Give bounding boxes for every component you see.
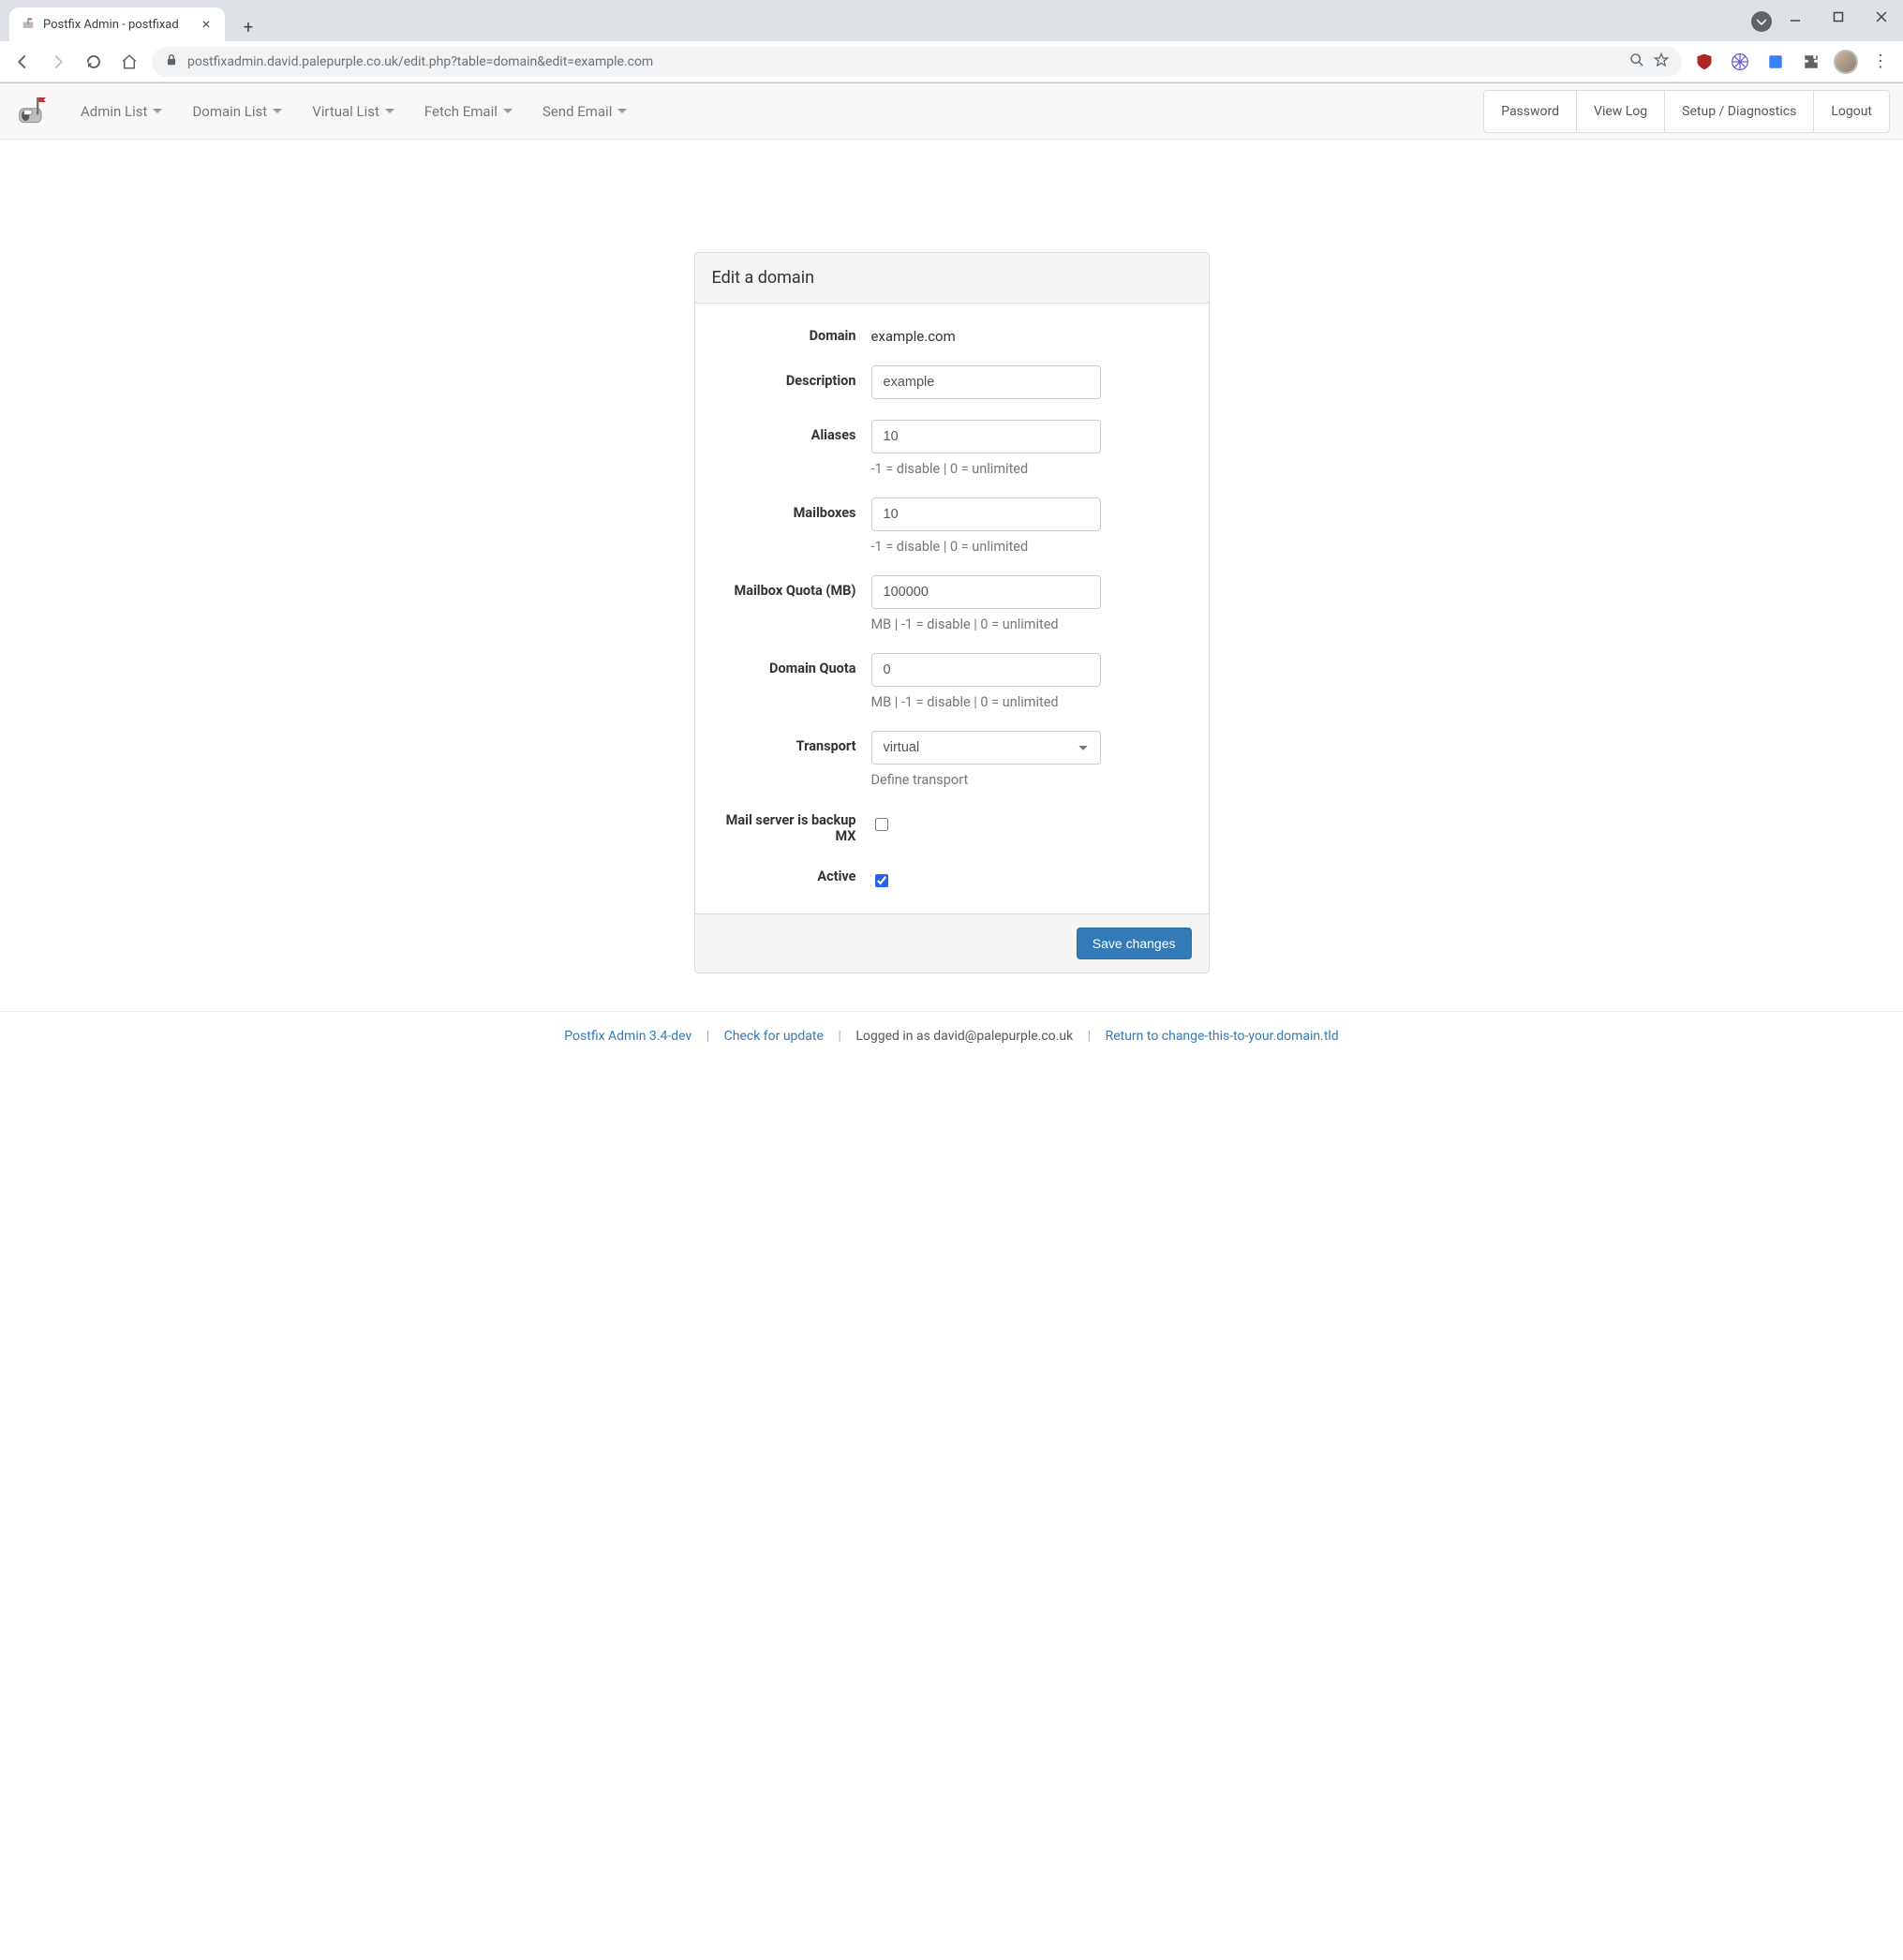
active-checkbox[interactable]	[875, 874, 888, 887]
nav-virtual-list[interactable]: Virtual List	[299, 86, 408, 137]
browser-back-icon[interactable]	[9, 49, 36, 75]
domain-value: example.com	[871, 320, 1192, 345]
footer-return-link[interactable]: Return to change-this-to-your.domain.tld	[1106, 1029, 1339, 1044]
app-navbar: Admin List Domain List Virtual List Fetc…	[0, 83, 1903, 140]
nav-password-button[interactable]: Password	[1483, 90, 1577, 133]
aliases-help: -1 = disable | 0 = unlimited	[871, 461, 1192, 477]
description-label: Description	[712, 365, 871, 399]
nav-domain-list[interactable]: Domain List	[179, 86, 295, 137]
window-maximize-icon[interactable]	[1817, 0, 1860, 34]
caret-down-icon	[503, 109, 513, 118]
extension-blue-icon[interactable]	[1762, 49, 1789, 75]
url-text: postfixadmin.david.palepurple.co.uk/edit…	[187, 54, 1620, 69]
panel-title: Edit a domain	[695, 253, 1209, 304]
window-close-icon[interactable]	[1860, 0, 1903, 34]
zoom-icon[interactable]	[1629, 52, 1644, 71]
mailbox-quota-input[interactable]	[871, 575, 1101, 609]
window-minimize-icon[interactable]	[1774, 0, 1817, 34]
backup-mx-label: Mail server is backup MX	[712, 809, 871, 844]
profile-avatar[interactable]	[1834, 50, 1858, 74]
aliases-input[interactable]	[871, 420, 1101, 453]
extensions-puzzle-icon[interactable]	[1798, 49, 1824, 75]
bookmark-star-icon[interactable]	[1654, 52, 1669, 71]
footer-logged-in: Logged in as david@palepurple.co.uk	[855, 1029, 1073, 1044]
transport-select[interactable]: virtual	[871, 731, 1101, 765]
nav-viewlog-button[interactable]: View Log	[1577, 90, 1665, 133]
address-bar[interactable]: postfixadmin.david.palepurple.co.uk/edit…	[152, 47, 1682, 77]
nav-fetch-email[interactable]: Fetch Email	[411, 86, 526, 137]
description-input[interactable]	[871, 365, 1101, 399]
domain-quota-help: MB | -1 = disable | 0 = unlimited	[871, 694, 1192, 710]
browser-chrome: Postfix Admin - postfixad × +	[0, 0, 1903, 83]
browser-home-icon[interactable]	[116, 49, 142, 75]
mailboxes-label: Mailboxes	[712, 497, 871, 555]
mailbox-quota-label: Mailbox Quota (MB)	[712, 575, 871, 632]
caret-down-icon	[153, 109, 162, 118]
caret-down-icon	[617, 109, 627, 118]
footer-version-link[interactable]: Postfix Admin 3.4-dev	[564, 1029, 691, 1044]
ublock-icon[interactable]	[1691, 49, 1717, 75]
transport-label: Transport	[712, 731, 871, 788]
tab-title: Postfix Admin - postfixad	[43, 18, 191, 32]
aliases-label: Aliases	[712, 420, 871, 477]
mailbox-favicon-icon	[21, 17, 36, 32]
caret-down-icon	[273, 109, 282, 118]
nav-admin-list[interactable]: Admin List	[67, 86, 175, 137]
mailboxes-help: -1 = disable | 0 = unlimited	[871, 539, 1192, 555]
active-label: Active	[712, 865, 871, 891]
nav-setup-button[interactable]: Setup / Diagnostics	[1665, 90, 1814, 133]
domain-quota-label: Domain Quota	[712, 653, 871, 710]
extension-snowflake-icon[interactable]	[1727, 49, 1753, 75]
footer: Postfix Admin 3.4-dev | Check for update…	[0, 1011, 1903, 1061]
lock-icon	[165, 53, 178, 70]
domain-quota-input[interactable]	[871, 653, 1101, 687]
new-tab-button[interactable]: +	[234, 13, 262, 41]
save-changes-button[interactable]: Save changes	[1077, 928, 1192, 959]
footer-check-update-link[interactable]: Check for update	[724, 1029, 824, 1044]
browser-reload-icon[interactable]	[81, 49, 107, 75]
mailbox-quota-help: MB | -1 = disable | 0 = unlimited	[871, 616, 1192, 632]
caret-down-icon	[385, 109, 394, 118]
mailboxes-input[interactable]	[871, 497, 1101, 531]
browser-forward-icon[interactable]	[45, 49, 71, 75]
tab-close-icon[interactable]: ×	[199, 17, 214, 32]
nav-logout-button[interactable]: Logout	[1814, 90, 1890, 133]
transport-help: Define transport	[871, 772, 1192, 788]
browser-menu-icon[interactable]: ⋮	[1867, 52, 1894, 71]
nav-send-email[interactable]: Send Email	[529, 86, 640, 137]
backup-mx-checkbox[interactable]	[875, 818, 888, 831]
edit-domain-panel: Edit a domain Domain example.com Descrip…	[694, 252, 1210, 973]
tab-search-icon[interactable]	[1751, 11, 1772, 32]
browser-tab[interactable]: Postfix Admin - postfixad ×	[9, 7, 225, 41]
domain-label: Domain	[712, 320, 871, 345]
app-logo-mailbox-icon[interactable]	[13, 93, 51, 130]
